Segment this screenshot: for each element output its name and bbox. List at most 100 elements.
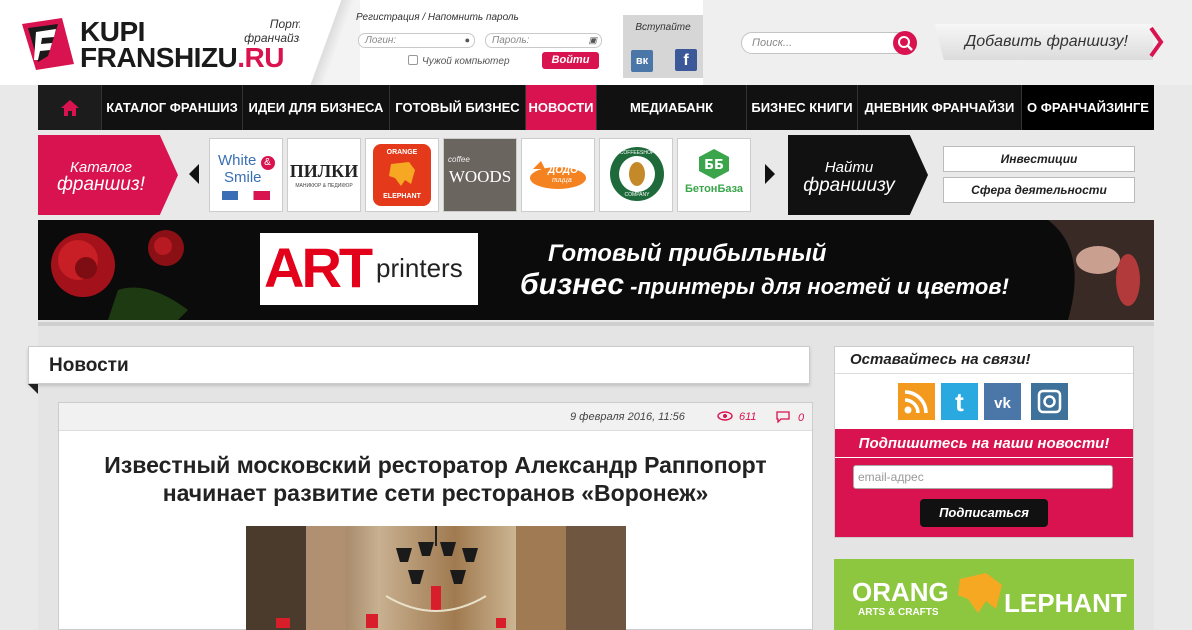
svg-text:ББ: ББ	[704, 158, 724, 173]
nav-business-books[interactable]: БИЗНЕС КНИГИ	[747, 85, 858, 130]
header-fold-decoration	[28, 384, 38, 394]
article-headline[interactable]: Известный московский ресторатор Александ…	[59, 451, 812, 507]
remind-password-link[interactable]: Напомнить пароль	[428, 12, 519, 23]
brand-coffeeshop-company[interactable]: COFFEESHOP COMPANY	[599, 138, 673, 212]
elephant-icon	[389, 162, 415, 186]
chevron-right-icon	[1149, 26, 1164, 58]
banner-headline-2: бизнес -принтеры для ногтей и цветов!	[520, 268, 1009, 302]
find-franchise-link[interactable]: Найти франшизу	[788, 135, 928, 215]
art-printers-banner[interactable]: ART printers Готовый прибыльный бизнес -…	[38, 220, 1154, 320]
carousel-next-arrow[interactable]	[765, 164, 775, 184]
carousel-prev-arrow[interactable]	[189, 164, 199, 184]
comments-count: 0	[798, 412, 805, 424]
banner-headline-big: бизнес	[520, 268, 625, 301]
restaurant-interior-image	[246, 526, 626, 630]
nav-home[interactable]	[38, 85, 102, 130]
instagram-icon[interactable]	[1031, 383, 1068, 420]
banner-headline-1: Готовый прибыльный	[548, 240, 827, 267]
twitter-icon[interactable]: t	[941, 383, 978, 420]
login-button[interactable]: Войти	[542, 52, 599, 69]
nav-mediabank[interactable]: МЕДИАБАНК	[597, 85, 747, 130]
join-us-box: Вступайте вк f	[623, 15, 703, 78]
white-smile-amp: &	[260, 156, 275, 170]
nails-image	[1048, 220, 1154, 320]
comment-icon	[776, 411, 790, 424]
checkbox-label: Чужой компьютер	[422, 56, 510, 67]
art-printers-logo-big: ART	[264, 236, 373, 299]
catalog-title-2: франшиз!	[57, 174, 145, 195]
widget-divider	[835, 373, 1133, 374]
home-icon	[60, 99, 79, 116]
betonbaza-logo-icon: ББ	[699, 149, 729, 179]
coffeeshop-top: COFFEESHOP	[619, 150, 655, 156]
subscribe-divider	[835, 457, 1133, 458]
brand-orange-elephant[interactable]: ORANGE ELEPHANT	[365, 138, 439, 212]
news-article: 9 февраля 2016, 11:56 611 0 Известный мо…	[58, 402, 813, 630]
orange-elephant-top: ORANGE	[386, 149, 418, 156]
rss-icon[interactable]	[898, 383, 935, 420]
brand-pilki[interactable]: ПИЛКИ МАНИКЮР & ПЕДИКЮР	[287, 138, 361, 212]
art-printers-logo-small: printers	[376, 253, 463, 283]
article-date: 9 февраля 2016, 11:56	[570, 411, 685, 423]
nav-catalog[interactable]: КАТАЛОГ ФРАНШИЗ	[102, 85, 243, 130]
white-smile-flag	[222, 191, 270, 200]
svg-text:t: t	[955, 387, 964, 417]
nav-business-ideas[interactable]: ИДЕИ ДЛЯ БИЗНЕСА	[243, 85, 390, 130]
search-input[interactable]: Поиск...	[741, 32, 917, 54]
rose-image	[51, 230, 188, 320]
filter-sphere-button[interactable]: Сфера деятельности	[943, 177, 1135, 203]
main-nav: КАТАЛОГ ФРАНШИЗ ИДЕИ ДЛЯ БИЗНЕСА ГОТОВЫЙ…	[38, 85, 1154, 130]
site-logo[interactable]: KUPI FRANSHIZU.RU Портал о франчайзинге	[22, 14, 325, 74]
email-input[interactable]: email-адрес	[853, 465, 1113, 489]
brand-betonbaza[interactable]: ББ БетонБаза	[677, 138, 751, 212]
orange-elephant-ad[interactable]: ORANG ARTS & CRAFTS LEPHANT	[834, 559, 1134, 630]
vk-join-icon[interactable]: вк	[631, 50, 653, 72]
ad-text-arts: ARTS & CRAFTS	[858, 607, 939, 618]
stay-connected-widget: Оставайтесь на связи! t vk Подпишитесь н…	[834, 346, 1134, 538]
foreign-computer-checkbox[interactable]: Чужой компьютер	[408, 55, 510, 67]
news-section-title: Новости	[49, 355, 129, 376]
subscribe-button[interactable]: Подписаться	[920, 499, 1048, 527]
vk-icon[interactable]: vk	[984, 383, 1021, 420]
logo-text-domain: FRANSHIZU	[80, 42, 238, 73]
betonbaza-logo: БетонБаза	[684, 183, 744, 195]
facebook-join-icon[interactable]: f	[675, 49, 697, 71]
search-button[interactable]	[893, 31, 917, 55]
brand-white-smile[interactable]: White & Smile	[209, 138, 283, 212]
catalog-link[interactable]: Каталог франшиз!	[38, 135, 178, 215]
register-link[interactable]: Регистрация	[356, 12, 420, 23]
subscribe-box: Подпишитесь на наши новости! email-адрес…	[835, 429, 1133, 537]
eye-icon	[717, 411, 733, 421]
article-meta: 9 февраля 2016, 11:56 611 0	[59, 403, 812, 431]
join-label: Вступайте	[635, 22, 691, 33]
ad-text-orang: ORANG	[852, 577, 949, 607]
orange-elephant-logo: ORANGE ELEPHANT	[373, 144, 431, 206]
white-smile-logo: White & Smile	[218, 153, 275, 186]
brand-dodo-pizza[interactable]: ДОДО пицца	[521, 138, 595, 212]
stay-connected-title: Оставайтесь на связи!	[850, 351, 1031, 368]
nav-about-franchising[interactable]: О ФРАНЧАЙЗИНГЕ	[1022, 85, 1154, 130]
article-photo	[246, 526, 626, 630]
logo-text-tld: .RU	[237, 42, 284, 73]
coffee-woods-logo: WOODS	[448, 167, 512, 186]
add-franchise-button[interactable]: Добавить франшизу!	[935, 24, 1165, 60]
add-franchise-label: Добавить франшизу!	[965, 33, 1128, 50]
pilki-logo: ПИЛКИ	[289, 161, 359, 181]
article-comments[interactable]: 0	[776, 411, 804, 424]
coffeeshop-logo: COFFEESHOP COMPANY	[610, 147, 664, 201]
nav-franchisee-diary[interactable]: ДНЕВНИК ФРАНЧАЙЗИ	[858, 85, 1022, 130]
coffeeshop-bottom: COMPANY	[624, 192, 650, 198]
filter-investments-button[interactable]: Инвестиции	[943, 146, 1135, 172]
nav-news[interactable]: НОВОСТИ	[526, 85, 597, 130]
subscribe-title: Подпишитесь на наши новости!	[858, 435, 1110, 452]
checkbox-box[interactable]	[408, 55, 418, 65]
orange-elephant-bottom: ELEPHANT	[383, 193, 421, 200]
auth-link-separator: /	[419, 12, 428, 23]
password-placeholder: Пароль:	[492, 35, 530, 46]
password-input[interactable]: Пароль: ▣	[485, 33, 602, 48]
white-smile-word1: White	[218, 152, 257, 169]
catalog-link-text: Каталог франшиз!	[46, 159, 156, 195]
nav-ready-business[interactable]: ГОТОВЫЙ БИЗНЕС	[390, 85, 526, 130]
login-input[interactable]: Логин: ●	[358, 33, 475, 48]
brand-coffee-woods[interactable]: coffee WOODS	[443, 138, 517, 212]
